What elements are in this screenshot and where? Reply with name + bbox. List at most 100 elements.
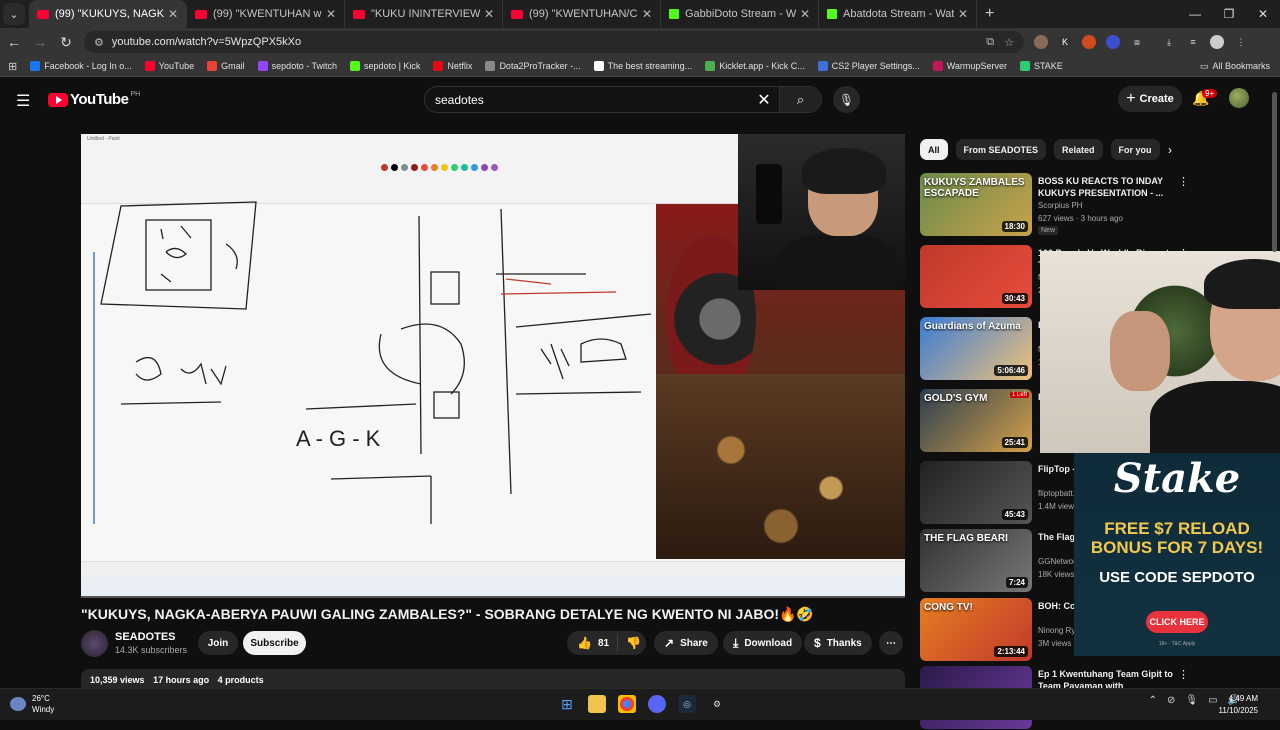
chip-next-icon[interactable]: › [1168, 143, 1172, 157]
browser-tab[interactable]: (99) "KWENTUHAN/CHISMISAN ✕ [503, 0, 661, 28]
close-window-icon[interactable]: ✕ [1246, 7, 1280, 21]
site-info-icon[interactable]: ⚙ [94, 36, 104, 49]
close-tab-icon[interactable]: ✕ [484, 7, 494, 21]
new-tab-icon[interactable]: + [985, 5, 994, 23]
bookmark-item[interactable]: sepdoto - Twitch [257, 61, 337, 71]
profile-icon[interactable] [1210, 35, 1224, 49]
browser-tab[interactable]: (99) "KUKUYS, NAGKA-ABER ✕ [29, 0, 187, 28]
omnibox[interactable]: ⚙ youtube.com/watch?v=5WpzQPX5kXo ⧉ ☆ [84, 31, 1024, 53]
tray-overflow-icon[interactable]: ⌃ [1149, 695, 1157, 706]
more-actions-icon[interactable]: ⋯ [879, 631, 903, 655]
video-thumbnail[interactable]: KUKUYS ZAMBALES ESCAPADE 18:30 [920, 173, 1032, 236]
video-thumbnail[interactable]: 30:43 [920, 245, 1032, 308]
close-tab-icon[interactable]: ✕ [326, 7, 336, 21]
back-icon[interactable]: ← [2, 34, 26, 50]
search-input[interactable]: seadotes [425, 93, 749, 107]
share-label: Share [680, 637, 708, 649]
like-button[interactable]: 👍 81 [567, 635, 619, 651]
dislike-icon[interactable]: 👎 [618, 636, 649, 650]
media-icon[interactable]: ≡ [1186, 35, 1200, 49]
youtube-logo[interactable]: YouTube PH [48, 91, 140, 108]
extension-icon[interactable] [1106, 35, 1120, 49]
download-icon[interactable]: ⤓ [1162, 35, 1176, 49]
bookmark-item[interactable]: Kicklet.app - Kick C... [705, 61, 805, 71]
mic-icon[interactable]: 🎙 [1185, 695, 1198, 706]
video-thumbnail[interactable]: GOLD'S GYM 1 Left 25:41 [920, 389, 1032, 452]
browser-tab[interactable]: "KUKU ININTERVIEW 1 BY 1 AN ✕ [345, 0, 503, 28]
bookmark-item[interactable]: Gmail [207, 61, 245, 71]
voice-search-icon[interactable]: 🎙 [833, 86, 860, 113]
bookmark-item[interactable]: Netflix [433, 61, 472, 71]
browser-tab[interactable]: (99) "KWENTUHAN with KUKUY ✕ [187, 0, 345, 28]
click-here-button[interactable]: CLICK HERE [1146, 611, 1208, 633]
app-icon[interactable]: ⚙ [708, 695, 726, 713]
channel-name[interactable]: SEADOTES [115, 631, 176, 643]
all-bookmarks[interactable]: ▭ All Bookmarks [1200, 61, 1270, 72]
subscribe-button[interactable]: Subscribe [243, 631, 306, 655]
puzzle-icon[interactable]: ⧈ [1130, 35, 1144, 49]
reload-icon[interactable]: ↻ [54, 34, 78, 51]
bookmark-item[interactable]: Facebook - Log In o... [30, 61, 132, 71]
video-thumbnail[interactable]: CONG TV! 2:13:44 [920, 598, 1032, 661]
bookmark-star-icon[interactable]: ☆ [1004, 36, 1014, 49]
create-button[interactable]: + Create [1118, 86, 1182, 112]
thanks-button[interactable]: $ Thanks [804, 631, 872, 655]
search-icon[interactable]: ⌕ [779, 87, 821, 112]
avatar[interactable] [1229, 88, 1249, 108]
bookmark-item[interactable]: Dota2ProTracker -... [485, 61, 581, 71]
more-options-icon[interactable]: ⋮ [1178, 668, 1189, 681]
join-button[interactable]: Join [198, 631, 238, 655]
video-progress-bar[interactable] [81, 596, 905, 598]
bookmark-item[interactable]: CS2 Player Settings... [817, 61, 920, 71]
chrome-icon[interactable] [618, 695, 636, 713]
tab-search-icon[interactable]: ⌄ [3, 3, 25, 25]
recommended-video[interactable]: KUKUYS ZAMBALES ESCAPADE 18:30 BOSS KU REA… [920, 173, 1265, 237]
hamburger-menu-icon[interactable]: ☰ [16, 91, 30, 111]
close-tab-icon[interactable]: ✕ [800, 7, 810, 21]
bookmark-item[interactable]: sepdoto | Kick [350, 61, 420, 71]
recommended-title[interactable]: BOSS KU REACTS TO INDAY KUKUYS PRESENTAT… [1038, 175, 1178, 199]
bookmark-item[interactable]: STAKE [1019, 61, 1063, 71]
display-icon[interactable]: ▭ [1208, 695, 1217, 706]
clock[interactable]: 4:49 AM 11/10/2025 [1219, 693, 1258, 717]
bookmark-item[interactable]: The best streaming... [593, 61, 692, 71]
close-tab-icon[interactable]: ✕ [168, 7, 178, 21]
more-options-icon[interactable]: ⋮ [1178, 175, 1189, 188]
forward-icon[interactable]: → [28, 34, 52, 50]
video-thumbnail[interactable]: Guardians of Azuma 5:06:46 [920, 317, 1032, 380]
apps-icon[interactable]: ⊞ [8, 60, 17, 73]
windows-start-icon[interactable]: ⊞ [558, 695, 576, 713]
close-tab-icon[interactable]: ✕ [642, 7, 652, 21]
filter-chip[interactable]: Related [1054, 139, 1103, 160]
cast-icon[interactable]: ⧉ [986, 36, 994, 49]
browser-tab[interactable]: Abatdota Stream - Watch Live ✕ [819, 0, 977, 28]
share-button[interactable]: ↗ Share [654, 631, 718, 655]
weather-widget[interactable]: 26°C Windy [10, 693, 54, 715]
minimize-icon[interactable]: — [1178, 7, 1212, 21]
discord-icon[interactable] [648, 695, 666, 713]
scrollbar[interactable] [1272, 92, 1277, 252]
extension-icon[interactable]: K [1058, 35, 1072, 49]
menu-icon[interactable]: ⋮ [1234, 35, 1248, 49]
filter-chip[interactable]: All [920, 139, 948, 160]
download-label: Download [744, 637, 793, 649]
video-thumbnail[interactable]: 45:43 [920, 461, 1032, 524]
clear-search-icon[interactable]: ✕ [749, 90, 779, 110]
file-explorer-icon[interactable] [588, 695, 606, 713]
video-thumbnail[interactable]: THE FLAG BEARI 7:24 [920, 529, 1032, 592]
filter-chip[interactable]: From SEADOTES [955, 139, 1047, 160]
network-off-icon[interactable]: ⊘ [1167, 695, 1175, 706]
filter-chip[interactable]: For you [1110, 139, 1160, 160]
bookmark-item[interactable]: WarmupServer [932, 61, 1007, 71]
recommended-channel[interactable]: Scorpius PH [1038, 201, 1082, 210]
bookmark-item[interactable]: YouTube [144, 61, 194, 71]
restore-icon[interactable]: ❐ [1212, 7, 1246, 21]
extension-icon[interactable] [1034, 35, 1048, 49]
steam-icon[interactable]: ◎ [678, 695, 696, 713]
channel-avatar[interactable] [81, 630, 108, 657]
browser-tab[interactable]: GabbiDoto Stream - Watch ✕ [661, 0, 819, 28]
close-tab-icon[interactable]: ✕ [958, 7, 968, 21]
extension-icon[interactable] [1082, 35, 1096, 49]
download-button[interactable]: ⤓ Download [723, 631, 803, 655]
video-player[interactable]: Untitled - Paint A - G - K [81, 134, 905, 597]
